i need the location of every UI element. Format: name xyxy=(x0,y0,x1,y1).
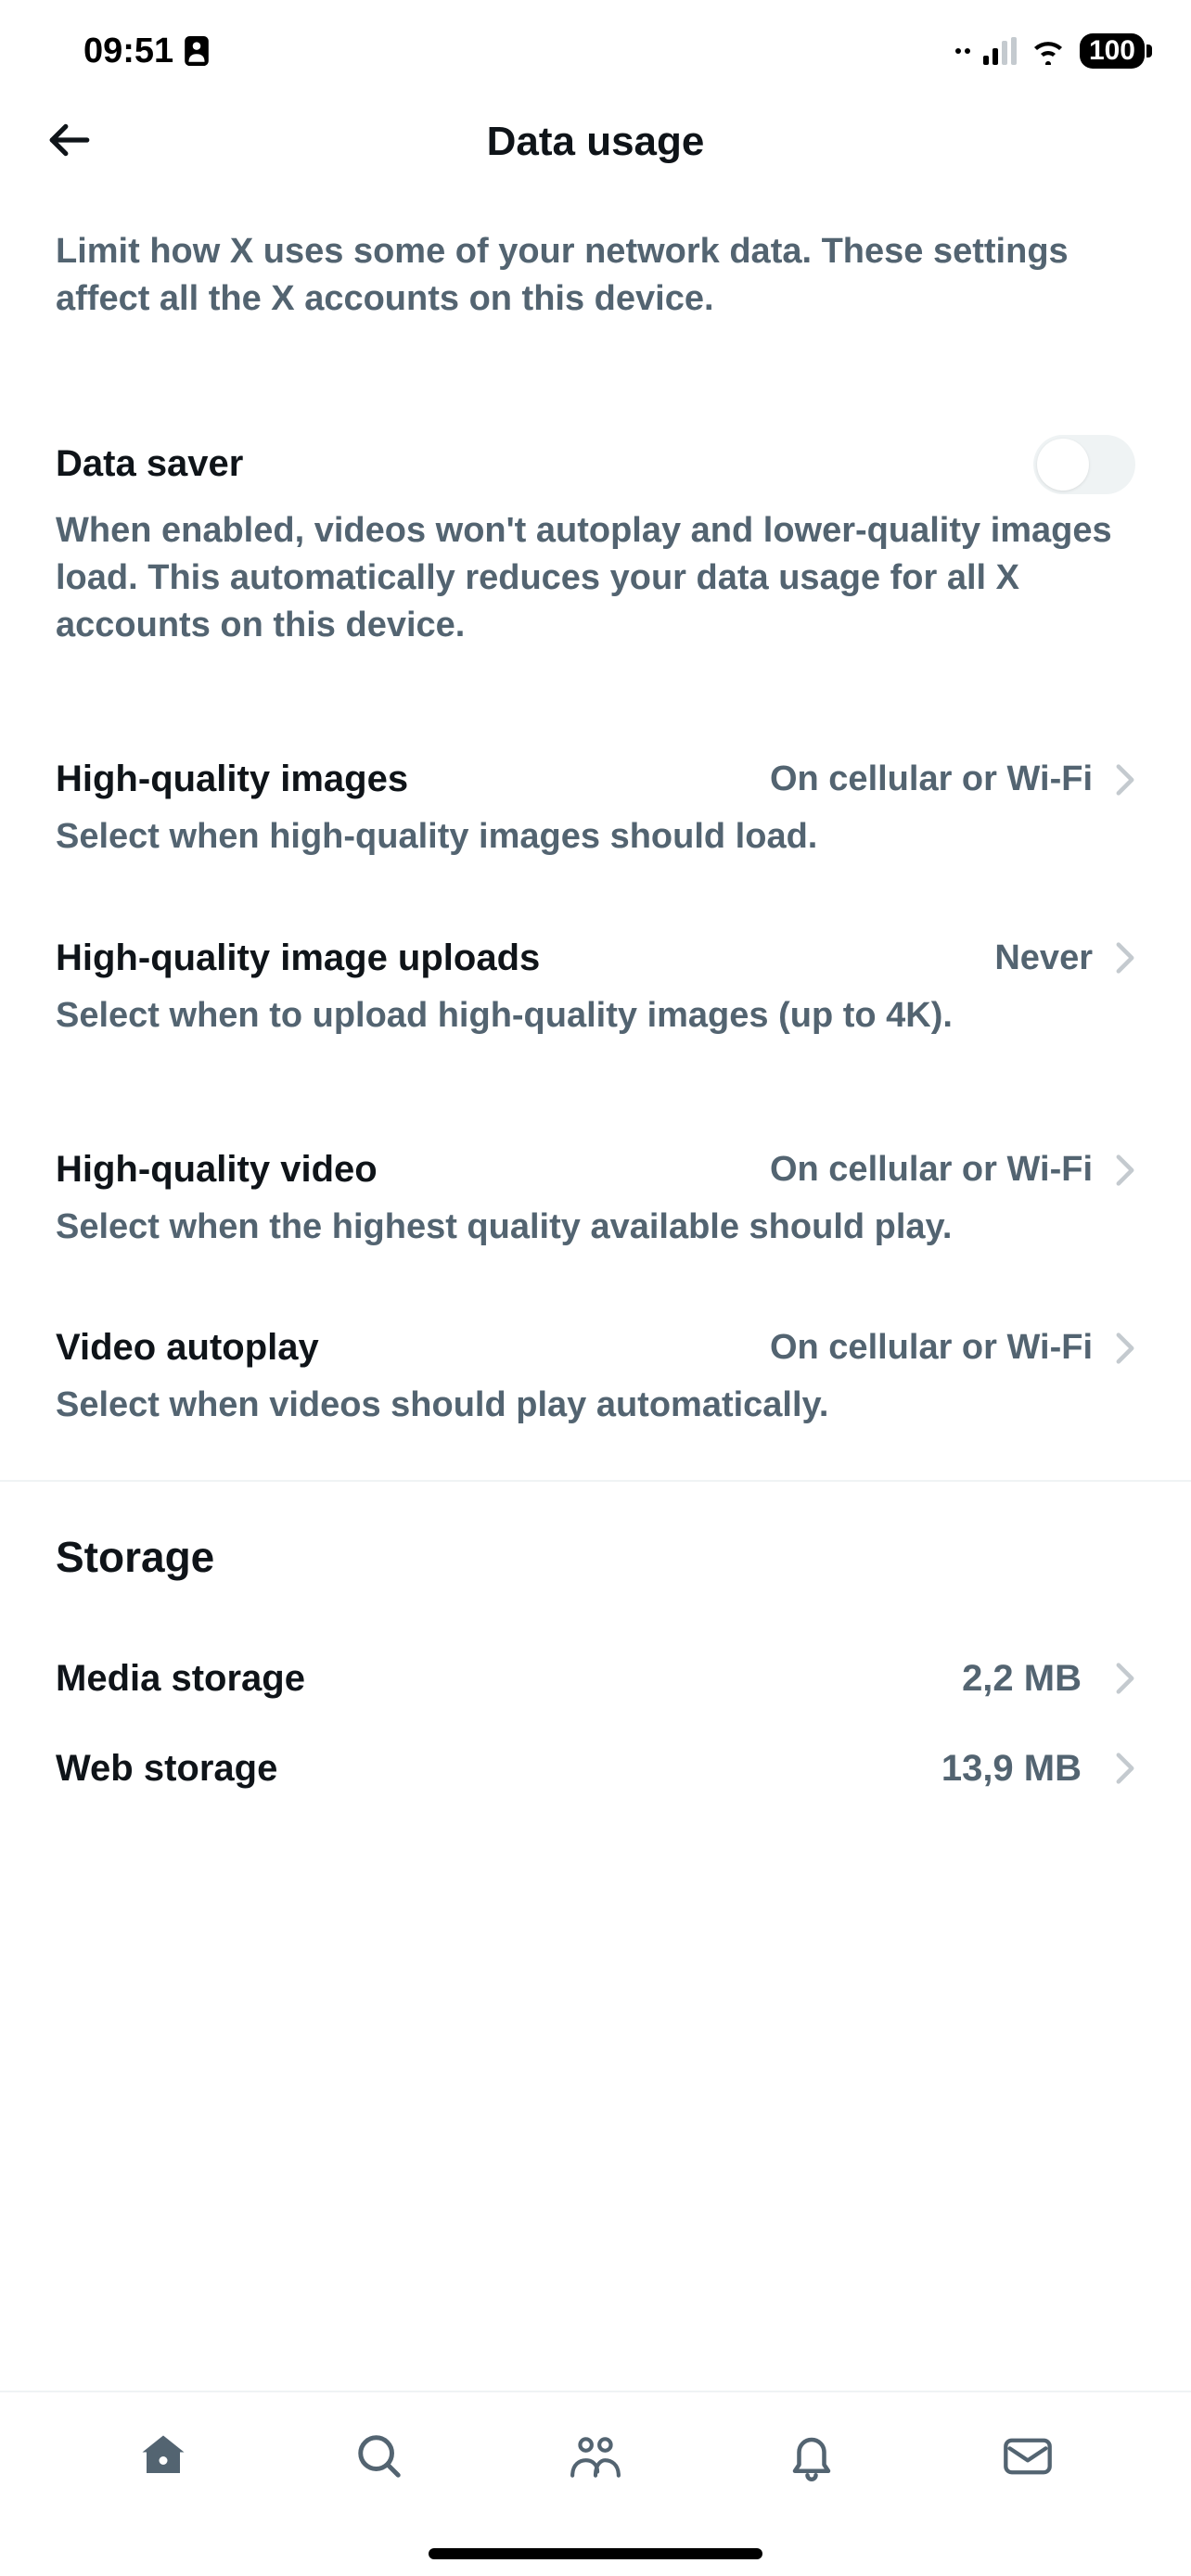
search-icon xyxy=(354,2431,404,2481)
hq-video-desc: Select when the highest quality availabl… xyxy=(56,1204,1135,1251)
hq-video-value: On cellular or Wi-Fi xyxy=(770,1150,1093,1190)
arrow-left-icon xyxy=(46,117,93,163)
person-badge-icon xyxy=(185,36,209,66)
hq-images-row[interactable]: High-quality images On cellular or Wi-Fi… xyxy=(56,759,1135,861)
hq-uploads-row[interactable]: High-quality image uploads Never Select … xyxy=(56,937,1135,1039)
back-button[interactable] xyxy=(46,117,93,168)
nav-home-button[interactable] xyxy=(135,2429,191,2484)
hq-uploads-value: Never xyxy=(994,938,1093,978)
hq-video-row[interactable]: High-quality video On cellular or Wi-Fi … xyxy=(56,1149,1135,1251)
people-icon xyxy=(569,2431,622,2481)
status-right: 100 xyxy=(955,33,1145,69)
data-saver-desc: When enabled, videos won't autoplay and … xyxy=(56,507,1135,650)
status-bar: 09:51 100 xyxy=(0,0,1191,93)
header: Data usage xyxy=(0,93,1191,191)
hq-uploads-title: High-quality image uploads xyxy=(56,937,540,979)
page-title: Data usage xyxy=(46,119,1145,165)
autoplay-value: On cellular or Wi-Fi xyxy=(770,1328,1093,1368)
chevron-right-icon xyxy=(1115,1662,1135,1695)
battery-value: 100 xyxy=(1089,35,1135,66)
web-storage-title: Web storage xyxy=(56,1748,277,1790)
signal-dots-icon xyxy=(955,48,970,54)
hq-images-title: High-quality images xyxy=(56,759,408,800)
status-time: 09:51 xyxy=(83,32,173,71)
home-icon xyxy=(138,2431,188,2481)
web-storage-row[interactable]: Web storage 13,9 MB xyxy=(56,1724,1135,1814)
wifi-icon xyxy=(1030,37,1067,65)
hq-images-value: On cellular or Wi-Fi xyxy=(770,759,1093,799)
nav-messages-button[interactable] xyxy=(1000,2429,1056,2484)
bell-icon xyxy=(787,2431,837,2481)
chevron-right-icon xyxy=(1115,763,1135,797)
chevron-right-icon xyxy=(1115,1332,1135,1365)
media-storage-row[interactable]: Media storage 2,2 MB xyxy=(56,1634,1135,1724)
media-storage-value: 2,2 MB xyxy=(962,1658,1082,1700)
home-indicator[interactable] xyxy=(429,2548,762,2559)
hq-uploads-desc: Select when to upload high-quality image… xyxy=(56,992,1135,1039)
storage-heading: Storage xyxy=(56,1532,1135,1582)
autoplay-desc: Select when videos should play automatic… xyxy=(56,1382,1135,1429)
chevron-right-icon xyxy=(1115,1154,1135,1187)
intro-text: Limit how X uses some of your network da… xyxy=(56,228,1135,324)
mail-icon xyxy=(1002,2436,1054,2477)
data-saver-row: Data saver When enabled, videos won't au… xyxy=(56,435,1135,650)
media-storage-title: Media storage xyxy=(56,1658,305,1700)
nav-communities-button[interactable] xyxy=(568,2429,623,2484)
nav-search-button[interactable] xyxy=(352,2429,407,2484)
chevron-right-icon xyxy=(1115,941,1135,975)
signal-icon xyxy=(983,37,1017,65)
autoplay-title: Video autoplay xyxy=(56,1327,319,1369)
battery-icon: 100 xyxy=(1080,33,1145,69)
data-saver-title: Data saver xyxy=(56,443,243,485)
data-saver-toggle[interactable] xyxy=(1033,435,1135,494)
autoplay-row[interactable]: Video autoplay On cellular or Wi-Fi Sele… xyxy=(56,1327,1135,1429)
hq-video-title: High-quality video xyxy=(56,1149,378,1191)
content: Limit how X uses some of your network da… xyxy=(0,228,1191,1814)
hq-images-desc: Select when high-quality images should l… xyxy=(56,813,1135,861)
web-storage-value: 13,9 MB xyxy=(941,1748,1082,1790)
chevron-right-icon xyxy=(1115,1752,1135,1785)
nav-notifications-button[interactable] xyxy=(784,2429,839,2484)
divider xyxy=(0,1480,1191,1482)
status-time-wrap: 09:51 xyxy=(83,32,209,71)
